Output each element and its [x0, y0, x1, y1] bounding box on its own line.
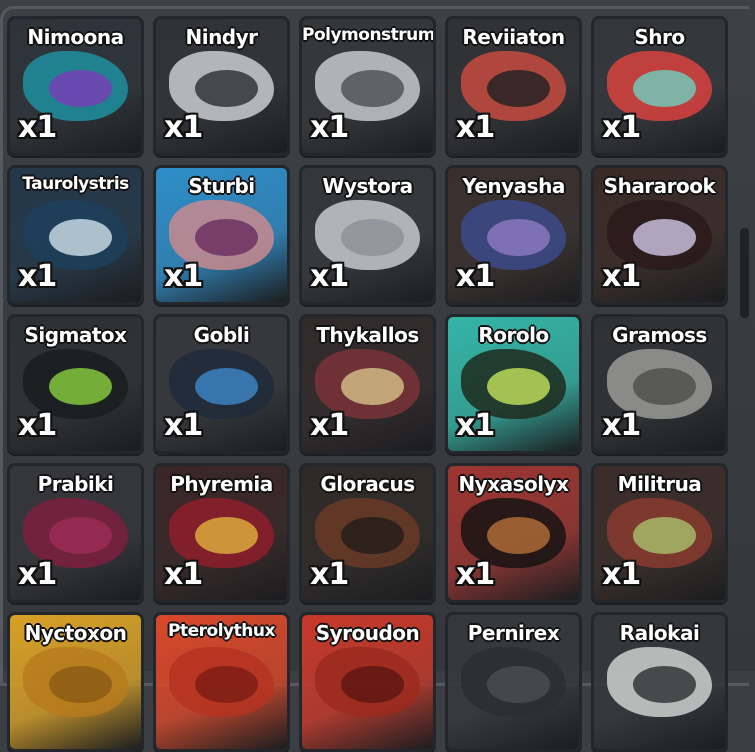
creature-name: Sturbi	[188, 174, 255, 198]
creature-count: x1	[456, 408, 495, 443]
creature-count: x1	[310, 557, 349, 592]
creature-name: Nimoona	[27, 25, 124, 49]
creature-name: Phyremia	[170, 472, 273, 496]
creature-card-shararook[interactable]: Shararook x1	[591, 165, 728, 305]
creature-name: Gobli	[193, 323, 250, 347]
creature-name: Taurolystris	[22, 174, 129, 194]
creature-card-polymonstrum[interactable]: Polymonstrum x1	[299, 16, 436, 156]
scrollbar-thumb[interactable]	[740, 228, 749, 318]
creature-name: Prabiki	[37, 472, 114, 496]
creature-card-wystora[interactable]: Wystora x1	[299, 165, 436, 305]
creature-card-nyxasolyx[interactable]: Nyxasolyx x1	[445, 463, 582, 603]
creature-name: Sigmatox	[24, 323, 127, 347]
creature-count: x1	[456, 557, 495, 592]
creature-card-militrua[interactable]: Militrua x1	[591, 463, 728, 603]
creature-name: Nyxasolyx	[458, 472, 569, 496]
creature-card-ralokai[interactable]: Ralokai	[591, 612, 728, 752]
creature-card-sturbi[interactable]: Sturbi x1	[153, 165, 290, 305]
creature-card-reviiaton[interactable]: Reviiaton x1	[445, 16, 582, 156]
creature-name: Yenyasha	[462, 174, 565, 198]
creature-name: Syroudon	[315, 621, 420, 645]
creature-card-nindyr[interactable]: Nindyr x1	[153, 16, 290, 156]
creature-name: Reviiaton	[462, 25, 565, 49]
creature-count: x1	[310, 110, 349, 145]
creature-count: x1	[18, 557, 57, 592]
creature-count: x1	[602, 110, 641, 145]
creature-card-thykallos[interactable]: Thykallos x1	[299, 314, 436, 454]
creature-count: x1	[456, 110, 495, 145]
creature-name: Pernirex	[467, 621, 560, 645]
creature-count: x1	[18, 259, 57, 294]
creature-card-yenyasha[interactable]: Yenyasha x1	[445, 165, 582, 305]
creature-card-pterolythux[interactable]: Pterolythux	[153, 612, 290, 752]
creature-count: x1	[602, 259, 641, 294]
creature-card-phyremia[interactable]: Phyremia x1	[153, 463, 290, 603]
creature-count: x1	[310, 408, 349, 443]
creature-name: Nindyr	[185, 25, 258, 49]
creature-count: x1	[602, 408, 641, 443]
creature-name: Militrua	[617, 472, 702, 496]
creature-name: Thykallos	[316, 323, 419, 347]
creature-card-gramoss[interactable]: Gramoss x1	[591, 314, 728, 454]
creature-card-nimoona[interactable]: Nimoona x1	[7, 16, 144, 156]
creature-name: Pterolythux	[168, 621, 275, 641]
creature-count: x1	[18, 408, 57, 443]
creature-grid: Nimoona x1 Nindyr x1 Polymonstrum x1 Reviiaton…	[7, 16, 728, 752]
creature-card-sigmatox[interactable]: Sigmatox x1	[7, 314, 144, 454]
creature-name: Rorolo	[478, 323, 549, 347]
creature-name: Nyctoxon	[24, 621, 127, 645]
creature-card-prabiki[interactable]: Prabiki x1	[7, 463, 144, 603]
creature-count: x1	[310, 259, 349, 294]
creature-count: x1	[164, 408, 203, 443]
creature-name: Gloracus	[320, 472, 415, 496]
creature-count: x1	[164, 259, 203, 294]
creature-card-shro[interactable]: Shro x1	[591, 16, 728, 156]
creature-name: Shararook	[603, 174, 716, 198]
creature-count: x1	[18, 110, 57, 145]
creature-card-taurolystris[interactable]: Taurolystris x1	[7, 165, 144, 305]
creature-name: Gramoss	[612, 323, 707, 347]
creature-count: x1	[164, 557, 203, 592]
creature-card-pernirex[interactable]: Pernirex	[445, 612, 582, 752]
creature-count: x1	[456, 259, 495, 294]
creature-name: Ralokai	[619, 621, 700, 645]
creature-card-nyctoxon[interactable]: Nyctoxon	[7, 612, 144, 752]
creature-card-gobli[interactable]: Gobli x1	[153, 314, 290, 454]
creature-name: Polymonstrum	[302, 25, 435, 45]
creature-name: Shro	[634, 25, 685, 49]
creature-card-gloracus[interactable]: Gloracus x1	[299, 463, 436, 603]
creature-card-rorolo[interactable]: Rorolo x1	[445, 314, 582, 454]
creature-card-syroudon[interactable]: Syroudon	[299, 612, 436, 752]
creature-count: x1	[602, 557, 641, 592]
creature-count: x1	[164, 110, 203, 145]
creature-name: Wystora	[322, 174, 413, 198]
